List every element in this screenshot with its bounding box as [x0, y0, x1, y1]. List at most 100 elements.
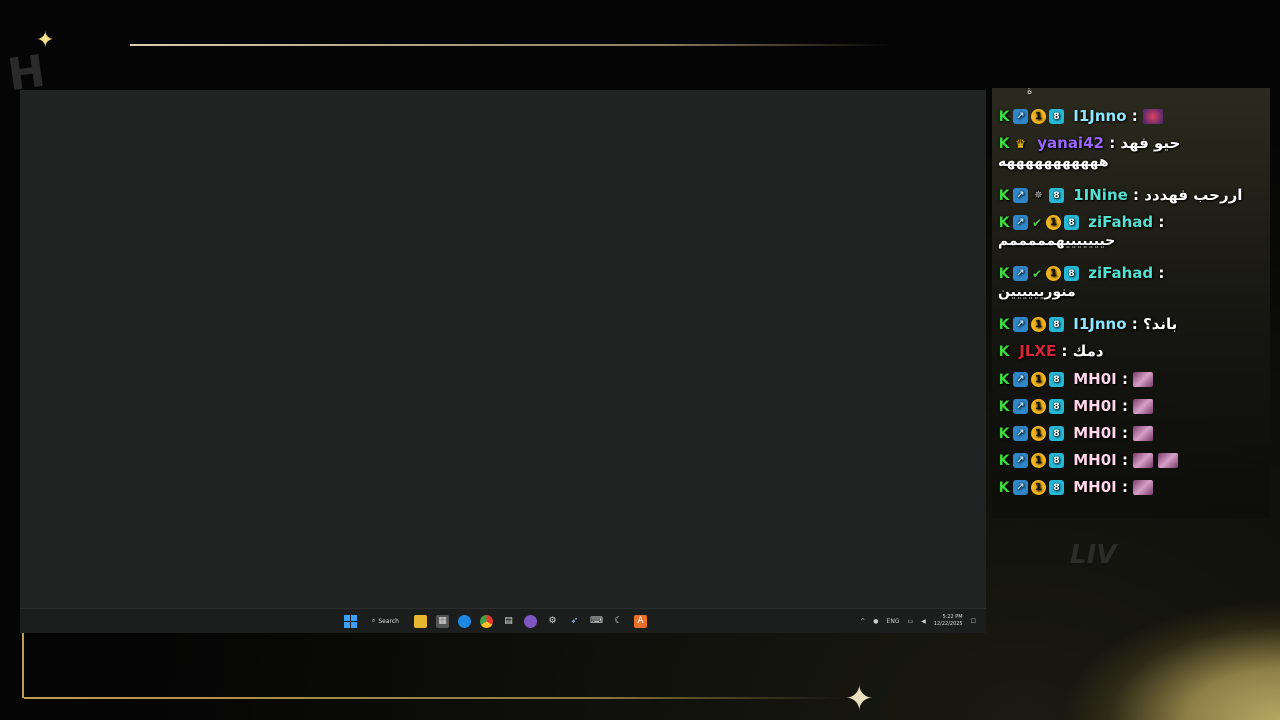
kick-icon: K — [998, 343, 1010, 360]
user-badges: K ↗ 1 8 — [998, 109, 1064, 125]
kick-icon: K — [998, 452, 1010, 469]
user-badges: K ↗ ✵ 8 — [998, 187, 1064, 204]
chrome-icon[interactable] — [480, 614, 493, 628]
microphone-icon[interactable]: ● — [873, 618, 878, 625]
kick-icon: K — [998, 187, 1010, 204]
folder-icon[interactable] — [414, 614, 427, 628]
wifi-icon[interactable]: ▭ — [907, 618, 913, 625]
taskbar-search-button[interactable]: ⌕ Search — [366, 614, 405, 628]
kick-icon: K — [998, 135, 1010, 152]
username[interactable]: MH0I — [1073, 370, 1117, 388]
sub-icon: 1 — [1046, 215, 1061, 230]
message-text: باند؟ — [1142, 315, 1178, 333]
emote — [1158, 453, 1179, 468]
kick-icon: K — [998, 398, 1010, 415]
verified-icon: ✔ — [1031, 266, 1043, 281]
gamepad-icon: 8 — [1049, 399, 1064, 414]
rank-icon: ↗ — [1013, 480, 1028, 495]
user-badges: K ↗ ✔ 1 8 — [998, 265, 1079, 282]
language-indicator[interactable]: ENG — [887, 618, 900, 625]
sub-icon: 1 — [1031, 480, 1046, 495]
sub-icon: 1 — [1031, 317, 1046, 332]
gamepad-icon: 8 — [1049, 480, 1064, 495]
crown-icon: ♛ — [1015, 136, 1026, 151]
steam-icon[interactable]: ➶ — [568, 615, 581, 628]
username[interactable]: MH0I — [1073, 397, 1117, 415]
chat-message: K ↗ ✔ 1 8 ziFahad : منوريييييين — [998, 264, 1268, 300]
overlay-top-line — [130, 44, 890, 46]
edge-icon[interactable] — [458, 614, 471, 628]
message-text: حيييييييهمممممم — [998, 233, 1116, 249]
taskbar-apps: ⌕ Search ▦ ▤ ⚙ ➶ ⌨ ☾ A — [344, 612, 647, 630]
username[interactable]: yanai42 — [1037, 134, 1104, 152]
search-label: Search — [378, 617, 399, 625]
store-icon[interactable]: ▦ — [436, 614, 449, 628]
kick-icon: K — [998, 479, 1010, 496]
kick-icon: K — [998, 425, 1010, 442]
desktop[interactable] — [20, 90, 986, 608]
user-badges: K ♛ — [998, 135, 1028, 152]
search-icon: ⌕ — [372, 617, 376, 624]
user-badges: K ↗ 1 8 — [998, 479, 1064, 496]
app-icon-3[interactable]: A — [634, 614, 647, 628]
username[interactable]: MH0I — [1073, 451, 1117, 469]
kick-icon: K — [998, 214, 1010, 231]
username[interactable]: JLXE — [1019, 342, 1056, 360]
chat-message: K ♛ yanai42 : حيو فهد هههههههههههه — [998, 134, 1268, 170]
windows-start-icon[interactable] — [344, 614, 357, 628]
chat-top-fragment: ة — [1027, 86, 1033, 97]
user-badges: K — [998, 343, 1010, 360]
overlay-bottom-line — [24, 697, 844, 699]
message-text: منوريييييين — [998, 284, 1076, 300]
username[interactable]: ziFahad — [1088, 264, 1153, 282]
clock-time: 5:22 PM — [942, 614, 963, 620]
chat-message: K ↗ 1 8 MH0I : — [998, 451, 1268, 469]
user-badges: K ↗ 1 8 — [998, 398, 1064, 415]
rank-icon: ↗ — [1013, 109, 1028, 124]
username[interactable]: MH0I — [1073, 478, 1117, 496]
keyboard-icon[interactable]: ⌨ — [590, 615, 603, 628]
clock-date: 12/22/2025 — [933, 621, 963, 627]
clock[interactable]: 5:22 PM 12/22/2025 — [934, 614, 963, 628]
emote — [1133, 453, 1154, 468]
star-icon: ✦ — [36, 28, 55, 53]
gamepad-icon: 8 — [1049, 426, 1064, 441]
gamepad-icon: 8 — [1064, 215, 1079, 230]
username[interactable]: I1Jnno — [1073, 107, 1126, 125]
message-text: حيو فهد — [1120, 134, 1181, 152]
chat-message: K ↗ ✵ 8 1INine : اررحب فهددد — [998, 186, 1243, 204]
sub-icon: 1 — [1046, 266, 1061, 281]
message-text: دمك — [1072, 342, 1104, 360]
chat-message: K JLXE : دمك — [998, 342, 1104, 360]
message-text: هههههههههههه — [998, 154, 1109, 170]
chat-message: K ↗ 1 8 MH0I : — [998, 397, 1268, 415]
kick-icon: K — [998, 316, 1010, 333]
username[interactable]: MH0I — [1073, 424, 1117, 442]
app-icon-2[interactable]: ☾ — [612, 615, 625, 628]
settings-icon[interactable]: ⚙ — [546, 615, 559, 628]
notification-icon[interactable]: ☐ — [971, 618, 976, 625]
discord-icon[interactable] — [524, 614, 537, 628]
user-badges: K ↗ 1 8 — [998, 425, 1064, 442]
app-icon[interactable]: ▤ — [502, 615, 515, 628]
overlay-logo: LIV — [1070, 540, 1117, 570]
user-badges: K ↗ 1 8 — [998, 452, 1064, 469]
sub-icon: 1 — [1031, 109, 1046, 124]
taskbar: ⌕ Search ▦ ▤ ⚙ ➶ ⌨ ☾ A ^ ● ENG ▭ ◀ 5:22 … — [20, 608, 986, 633]
sub-icon: 1 — [1031, 399, 1046, 414]
speaker-icon[interactable]: ◀ — [921, 618, 926, 625]
emote — [1133, 480, 1154, 495]
sub-icon: 1 — [1031, 426, 1046, 441]
username[interactable]: 1INine — [1073, 186, 1128, 204]
user-badges: K ↗ 1 8 — [998, 372, 1064, 388]
chevron-up-icon[interactable]: ^ — [860, 618, 865, 625]
chat-message: K ↗ 1 8 MH0I : — [998, 478, 1268, 496]
chat-message: K ↗ 1 8 MH0I : — [998, 424, 1268, 442]
username[interactable]: ziFahad — [1088, 213, 1153, 231]
username[interactable]: I1Jnno — [1073, 315, 1126, 333]
gamepad-icon: 8 — [1049, 109, 1064, 124]
star-icon: ✦ — [845, 679, 874, 719]
emote — [1133, 399, 1154, 414]
chat-message: K ↗ 1 8 MH0I : — [998, 370, 1268, 388]
kick-icon: K — [998, 265, 1010, 282]
